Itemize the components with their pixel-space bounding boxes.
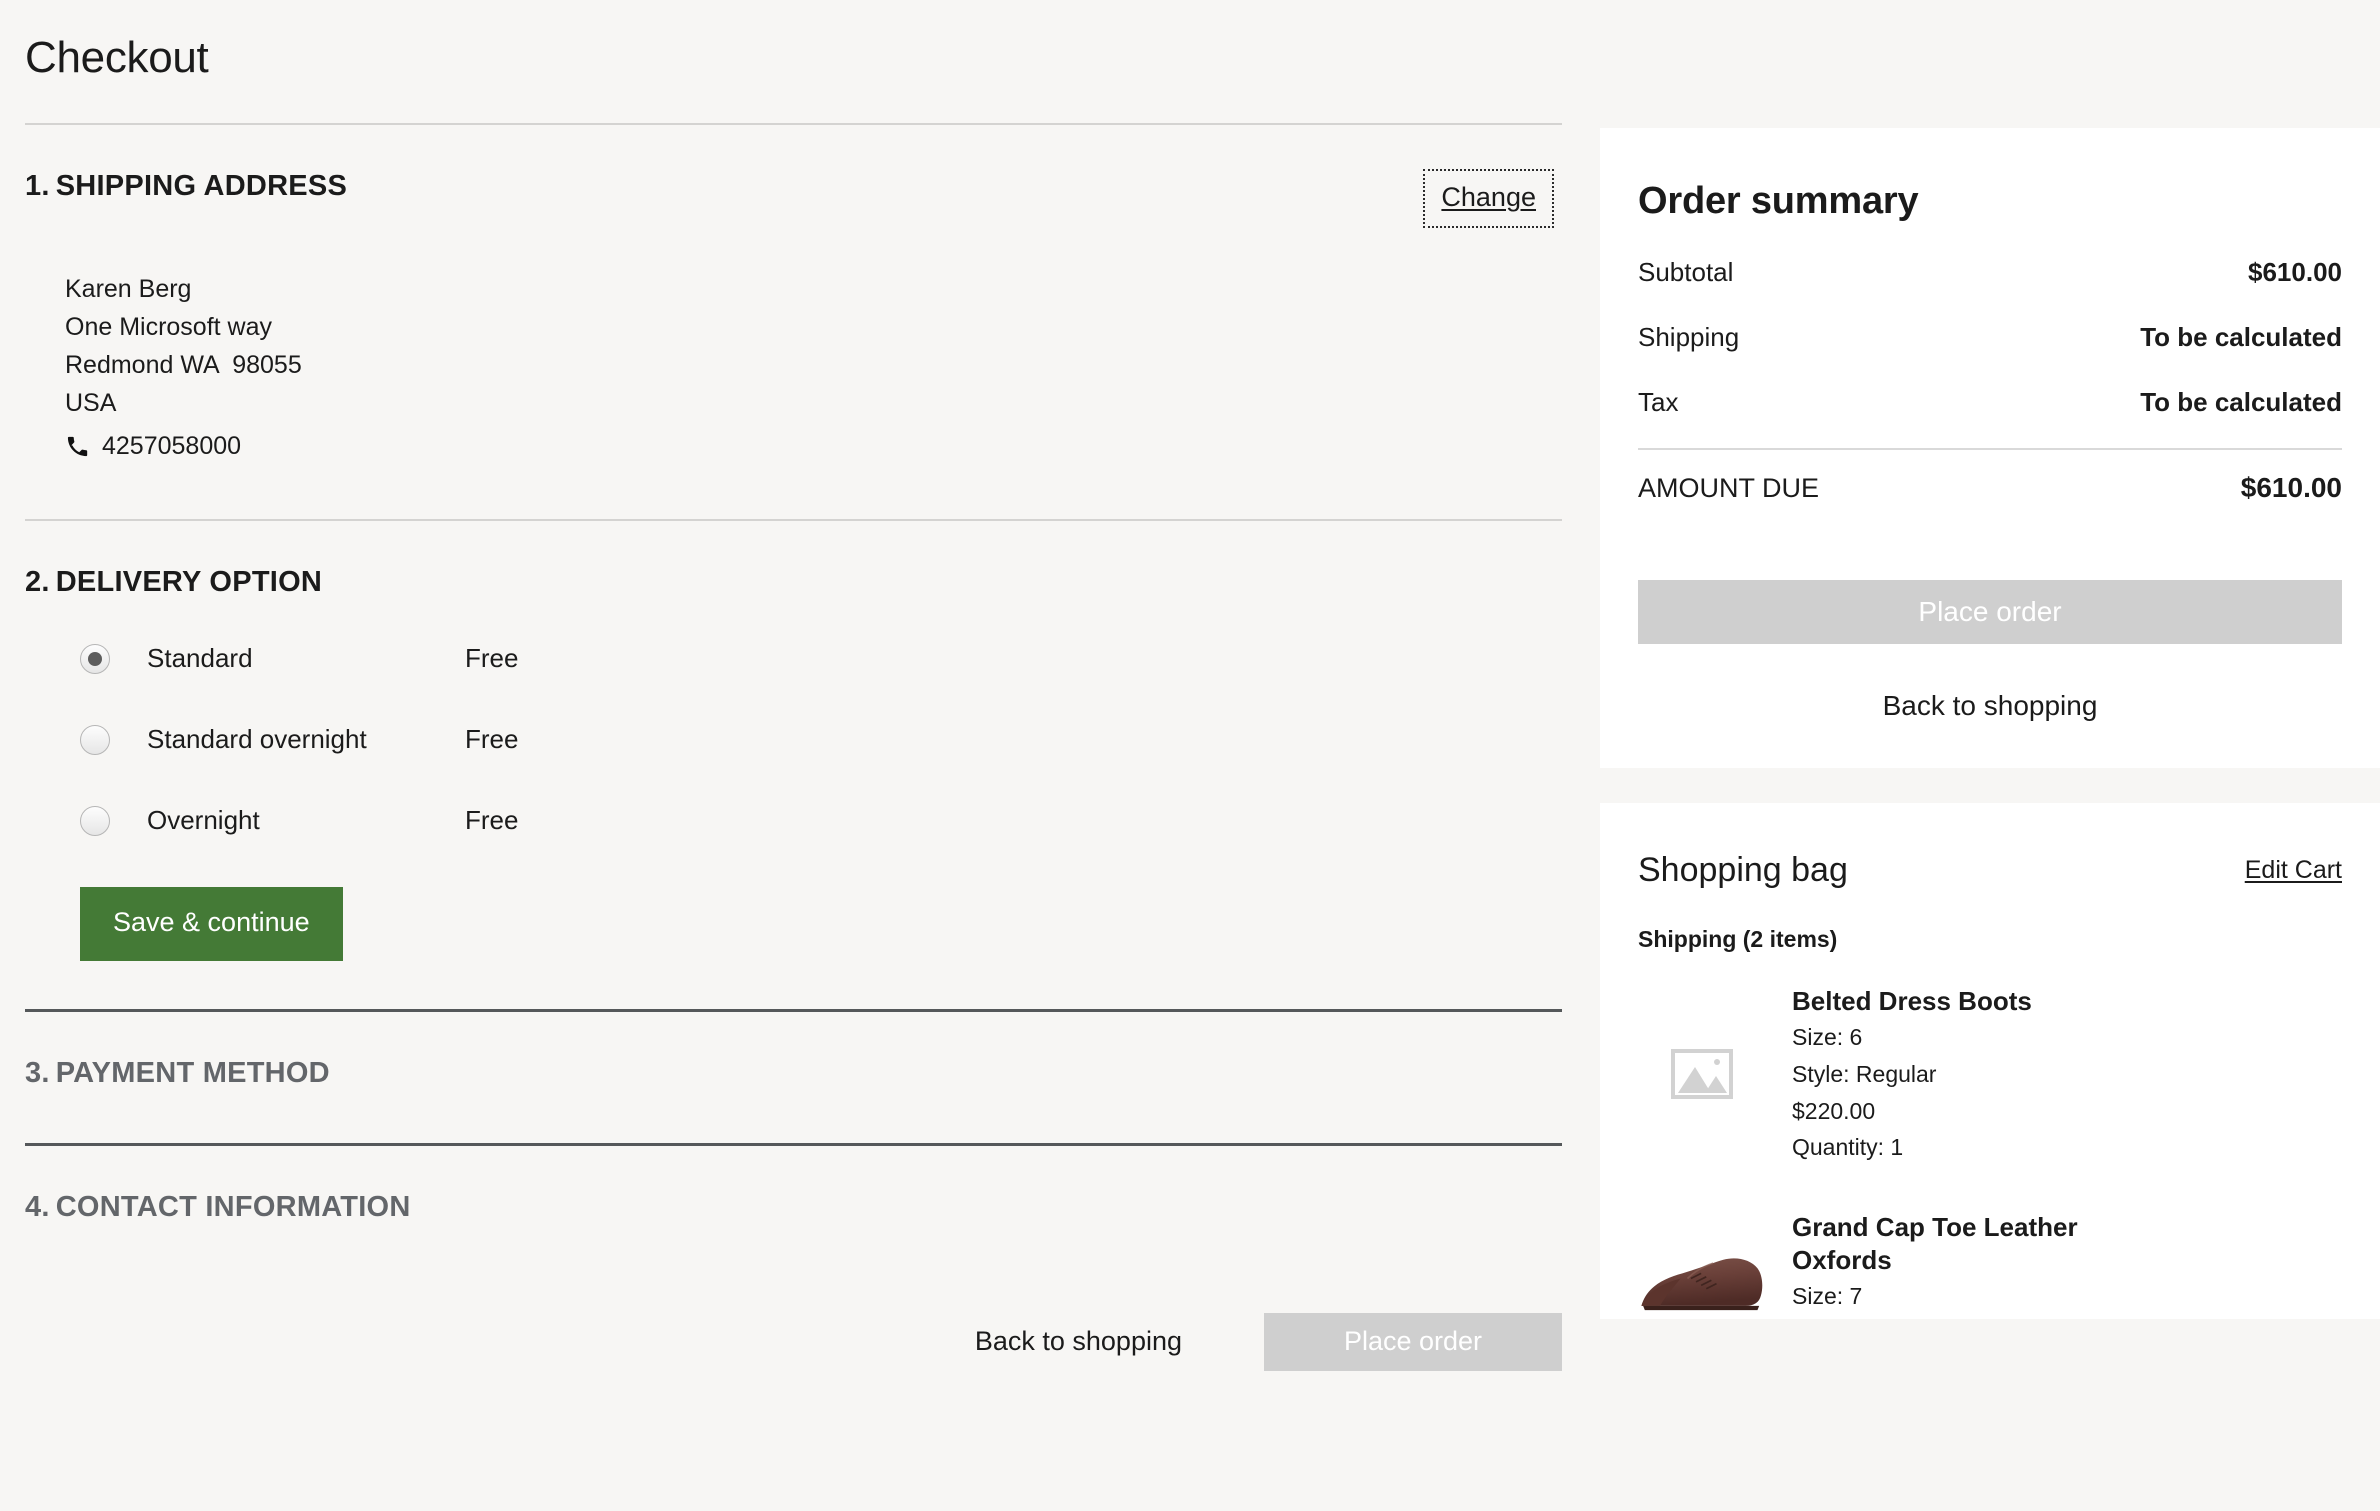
image-placeholder-icon: [1671, 1049, 1733, 1100]
radio-standard-overnight[interactable]: [80, 724, 110, 755]
item-quantity: Quantity: 1: [1792, 1134, 1904, 1161]
radio-standard[interactable]: [80, 643, 110, 674]
address-city-state-zip: Redmond WA 98055: [65, 351, 302, 380]
page-title: Checkout: [25, 33, 209, 82]
payment-method-title: 3. PAYMENT METHOD: [25, 1056, 330, 1091]
address-phone-number: 4257058000: [102, 432, 242, 461]
sidebar-back-to-shopping-link[interactable]: Back to shopping: [1638, 690, 2342, 722]
delivery-option-standard-overnight[interactable]: Standard overnight Free: [80, 713, 1562, 766]
amount-due-label: AMOUNT DUE: [1638, 473, 1820, 503]
item-info: Belted Dress Boots Size: 6 Style: Regula…: [1792, 983, 2032, 1165]
sidebar-place-order-button[interactable]: Place order: [1638, 580, 2342, 644]
delivery-option-label: Overnight: [147, 805, 260, 836]
contact-information-title: 4. CONTACT INFORMATION: [25, 1190, 411, 1225]
payment-method-header[interactable]: 3. PAYMENT METHOD: [25, 1012, 1562, 1091]
item-size: Size: 6: [1792, 1024, 1863, 1051]
amount-due-value: $610.00: [2240, 472, 2342, 503]
delivery-option-title: 2. DELIVERY OPTION: [25, 565, 322, 600]
shopping-bag-title: Shopping bag: [1638, 851, 1848, 889]
change-address-focus-ring[interactable]: Change: [1423, 169, 1554, 229]
checkout-sidebar: Order summary Subtotal $610.00 Shipping …: [1600, 0, 2380, 1320]
item-name: Belted Dress Boots: [1792, 986, 2032, 1016]
payment-method-number: 3.: [25, 1057, 50, 1090]
address-country: USA: [65, 389, 117, 418]
delivery-option-price: Free: [465, 643, 519, 674]
payment-method-body: [25, 1091, 1562, 1143]
section-payment-method: 3. PAYMENT METHOD: [25, 1012, 1562, 1146]
checkout-main-column: Checkout 1. SHIPPING ADDRESS Change Karen…: [0, 0, 1600, 1371]
order-summary-value: To be calculated: [2140, 387, 2342, 417]
shipping-address-header: 1. SHIPPING ADDRESS Change: [25, 125, 1562, 229]
delivery-option-price: Free: [465, 724, 519, 755]
shopping-bag-header: Shopping bag Edit Cart: [1638, 851, 2342, 890]
order-summary-card: Order summary Subtotal $610.00 Shipping …: [1600, 128, 2380, 768]
order-summary-row-shipping: Shipping To be calculated: [1638, 322, 2342, 353]
contact-information-number: 4.: [25, 1190, 50, 1223]
item-style: Style: Regular: [1792, 1060, 1937, 1087]
shoe-photo-icon: [1641, 1258, 1763, 1311]
list-item[interactable]: Grand Cap Toe Leather Oxfords Size: 7: [1638, 1209, 2342, 1319]
shipping-address-block: Karen Berg One Microsoft way Redmond WA …: [65, 270, 1562, 465]
order-summary-divider: [1638, 448, 2342, 450]
item-price: $220.00: [1792, 1097, 1876, 1124]
delivery-option-header: 2. DELIVERY OPTION: [25, 521, 1562, 600]
contact-information-header[interactable]: 4. CONTACT INFORMATION: [25, 1146, 1562, 1225]
order-summary-row-tax: Tax To be calculated: [1638, 387, 2342, 418]
edit-cart-link[interactable]: Edit Cart: [2245, 856, 2342, 885]
delivery-option-number: 2.: [25, 566, 50, 599]
shopping-bag-card: Shopping bag Edit Cart Shipping (2 items…: [1600, 803, 2380, 1320]
place-order-button[interactable]: Place order: [1264, 1312, 1562, 1371]
section-delivery-option: 2. DELIVERY OPTION Standard Free Standard…: [25, 521, 1562, 1013]
shopping-bag-shipping-group: Shipping (2 items): [1638, 926, 1838, 952]
back-to-shopping-link[interactable]: Back to shopping: [975, 1326, 1182, 1357]
save-and-continue-button[interactable]: Save & continue: [80, 887, 343, 962]
item-thumbnail: [1638, 1209, 1766, 1319]
sidebar-card-gap: [1600, 768, 2380, 803]
checkout-page: Checkout 1. SHIPPING ADDRESS Change Karen…: [0, 0, 2380, 1511]
item-name: Grand Cap Toe Leather Oxfords: [1792, 1212, 2078, 1276]
change-address-link[interactable]: Change: [1441, 182, 1536, 212]
delivery-option-list: Standard Free Standard overnight Free Ov…: [80, 632, 1562, 847]
order-summary-value: To be calculated: [2140, 322, 2342, 352]
address-phone-row: 4257058000: [65, 427, 1562, 465]
phone-icon: [65, 434, 89, 458]
checkout-bottom-actions: Back to shopping Place order: [25, 1225, 1562, 1371]
shipping-address-number: 1.: [25, 170, 50, 203]
address-name: Karen Berg: [65, 275, 192, 304]
section-contact-information: 4. CONTACT INFORMATION: [25, 1146, 1562, 1225]
item-thumbnail: [1638, 983, 1766, 1165]
order-summary-title: Order summary: [1638, 180, 1919, 222]
delivery-option-price: Free: [465, 805, 519, 836]
delivery-option-label: Standard overnight: [147, 724, 367, 755]
list-item[interactable]: Belted Dress Boots Size: 6 Style: Regula…: [1638, 983, 2342, 1165]
contact-information-heading: CONTACT INFORMATION: [55, 1190, 411, 1223]
payment-method-heading: PAYMENT METHOD: [55, 1057, 330, 1090]
shipping-address-heading: SHIPPING ADDRESS: [55, 170, 348, 203]
order-summary-label: Tax: [1638, 387, 1679, 417]
delivery-option-standard[interactable]: Standard Free: [80, 632, 1562, 685]
order-summary-row-subtotal: Subtotal $610.00: [1638, 257, 2342, 288]
order-summary-label: Shipping: [1638, 322, 1740, 352]
item-info: Grand Cap Toe Leather Oxfords Size: 7: [1792, 1209, 2152, 1319]
delivery-option-label: Standard: [147, 643, 253, 674]
address-street: One Microsoft way: [65, 313, 273, 342]
order-summary-row-amount-due: AMOUNT DUE $610.00: [1638, 472, 2342, 504]
delivery-option-heading: DELIVERY OPTION: [55, 566, 323, 599]
item-size: Size: 7: [1792, 1283, 1863, 1310]
shipping-address-title: 1. SHIPPING ADDRESS: [25, 169, 347, 204]
radio-overnight[interactable]: [80, 805, 110, 836]
order-summary-value: $610.00: [2248, 257, 2342, 287]
order-summary-label: Subtotal: [1638, 257, 1734, 287]
delivery-option-overnight[interactable]: Overnight Free: [80, 794, 1562, 847]
section-shipping-address: 1. SHIPPING ADDRESS Change Karen Berg One…: [25, 125, 1562, 522]
